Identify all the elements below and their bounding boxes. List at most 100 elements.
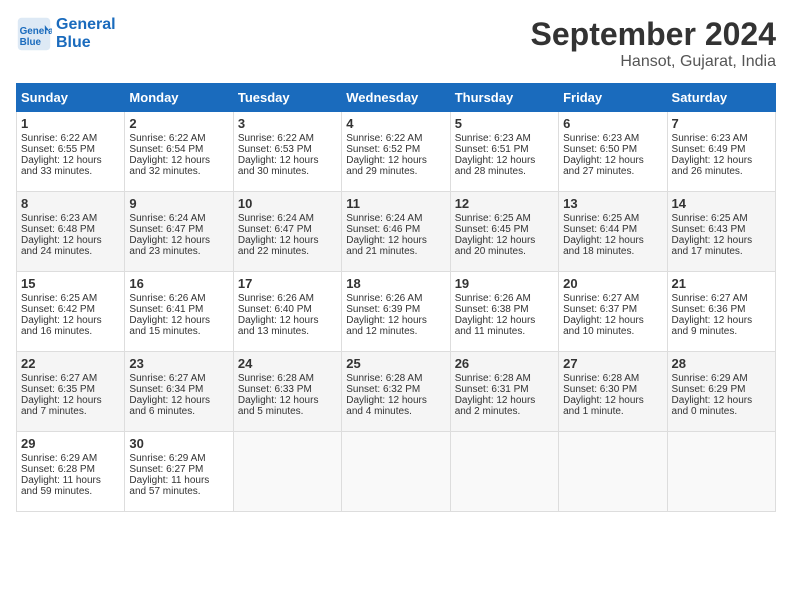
- day-info-line: Daylight: 11 hours: [129, 475, 228, 486]
- day-info-line: Sunrise: 6:28 AM: [563, 373, 662, 384]
- day-info-line: and 11 minutes.: [455, 326, 554, 337]
- day-info-line: and 57 minutes.: [129, 486, 228, 497]
- month-title: September 2024: [531, 16, 776, 53]
- day-of-week-header: Monday: [125, 84, 233, 112]
- logo-text-line2: Blue: [56, 34, 116, 52]
- day-info-line: Sunset: 6:55 PM: [21, 144, 120, 155]
- calendar-day-cell: 10Sunrise: 6:24 AMSunset: 6:47 PMDayligh…: [233, 192, 341, 272]
- day-info-line: and 28 minutes.: [455, 166, 554, 177]
- day-info-line: Daylight: 12 hours: [563, 155, 662, 166]
- day-info-line: Daylight: 12 hours: [563, 235, 662, 246]
- day-info-line: Sunrise: 6:28 AM: [238, 373, 337, 384]
- day-info-line: Sunrise: 6:26 AM: [238, 293, 337, 304]
- calendar-day-cell: 16Sunrise: 6:26 AMSunset: 6:41 PMDayligh…: [125, 272, 233, 352]
- day-info-line: Daylight: 12 hours: [455, 395, 554, 406]
- day-info-line: and 22 minutes.: [238, 246, 337, 257]
- day-info-line: Daylight: 12 hours: [21, 315, 120, 326]
- day-number: 21: [672, 276, 771, 291]
- calendar-day-cell: 24Sunrise: 6:28 AMSunset: 6:33 PMDayligh…: [233, 352, 341, 432]
- day-info-line: Sunrise: 6:27 AM: [563, 293, 662, 304]
- day-info-line: and 59 minutes.: [21, 486, 120, 497]
- day-number: 27: [563, 356, 662, 371]
- day-info-line: Sunset: 6:29 PM: [672, 384, 771, 395]
- day-info-line: and 6 minutes.: [129, 406, 228, 417]
- calendar-day-cell: 18Sunrise: 6:26 AMSunset: 6:39 PMDayligh…: [342, 272, 450, 352]
- calendar-day-cell: 13Sunrise: 6:25 AMSunset: 6:44 PMDayligh…: [559, 192, 667, 272]
- day-number: 7: [672, 116, 771, 131]
- calendar-day-cell: 12Sunrise: 6:25 AMSunset: 6:45 PMDayligh…: [450, 192, 558, 272]
- calendar-day-cell: 30Sunrise: 6:29 AMSunset: 6:27 PMDayligh…: [125, 432, 233, 512]
- calendar-day-cell: 23Sunrise: 6:27 AMSunset: 6:34 PMDayligh…: [125, 352, 233, 432]
- day-info-line: Sunset: 6:40 PM: [238, 304, 337, 315]
- day-info-line: Sunrise: 6:23 AM: [21, 213, 120, 224]
- day-info-line: and 5 minutes.: [238, 406, 337, 417]
- day-info-line: Sunset: 6:53 PM: [238, 144, 337, 155]
- calendar-day-cell: 4Sunrise: 6:22 AMSunset: 6:52 PMDaylight…: [342, 112, 450, 192]
- day-info-line: Daylight: 12 hours: [238, 235, 337, 246]
- day-info-line: Daylight: 12 hours: [129, 395, 228, 406]
- calendar-day-cell: [559, 432, 667, 512]
- day-info-line: Daylight: 12 hours: [129, 155, 228, 166]
- day-of-week-header: Tuesday: [233, 84, 341, 112]
- day-info-line: Sunrise: 6:26 AM: [129, 293, 228, 304]
- day-info-line: Sunrise: 6:29 AM: [21, 453, 120, 464]
- day-number: 12: [455, 196, 554, 211]
- logo-text-line1: General: [56, 16, 116, 34]
- day-info-line: Daylight: 12 hours: [21, 395, 120, 406]
- day-info-line: Sunset: 6:47 PM: [238, 224, 337, 235]
- day-info-line: Sunset: 6:50 PM: [563, 144, 662, 155]
- day-number: 23: [129, 356, 228, 371]
- day-info-line: and 26 minutes.: [672, 166, 771, 177]
- day-info-line: Sunrise: 6:29 AM: [672, 373, 771, 384]
- day-info-line: Sunset: 6:49 PM: [672, 144, 771, 155]
- calendar-day-cell: 11Sunrise: 6:24 AMSunset: 6:46 PMDayligh…: [342, 192, 450, 272]
- day-number: 2: [129, 116, 228, 131]
- day-info-line: Daylight: 12 hours: [129, 315, 228, 326]
- day-info-line: and 32 minutes.: [129, 166, 228, 177]
- day-info-line: and 27 minutes.: [563, 166, 662, 177]
- day-info-line: and 1 minute.: [563, 406, 662, 417]
- day-number: 3: [238, 116, 337, 131]
- calendar-week-row: 15Sunrise: 6:25 AMSunset: 6:42 PMDayligh…: [17, 272, 776, 352]
- calendar-day-cell: 9Sunrise: 6:24 AMSunset: 6:47 PMDaylight…: [125, 192, 233, 272]
- logo-icon: General Blue: [16, 16, 52, 52]
- day-of-week-header: Saturday: [667, 84, 775, 112]
- calendar-day-cell: 2Sunrise: 6:22 AMSunset: 6:54 PMDaylight…: [125, 112, 233, 192]
- day-info-line: Sunrise: 6:27 AM: [672, 293, 771, 304]
- day-info-line: Sunset: 6:41 PM: [129, 304, 228, 315]
- day-info-line: Daylight: 12 hours: [563, 315, 662, 326]
- calendar-week-row: 22Sunrise: 6:27 AMSunset: 6:35 PMDayligh…: [17, 352, 776, 432]
- day-number: 29: [21, 436, 120, 451]
- calendar-day-cell: 14Sunrise: 6:25 AMSunset: 6:43 PMDayligh…: [667, 192, 775, 272]
- day-number: 17: [238, 276, 337, 291]
- day-info-line: Sunrise: 6:28 AM: [346, 373, 445, 384]
- day-info-line: Sunset: 6:30 PM: [563, 384, 662, 395]
- day-info-line: and 9 minutes.: [672, 326, 771, 337]
- day-info-line: Sunset: 6:35 PM: [21, 384, 120, 395]
- calendar-header-row: SundayMondayTuesdayWednesdayThursdayFrid…: [17, 84, 776, 112]
- day-info-line: Sunset: 6:27 PM: [129, 464, 228, 475]
- day-info-line: and 17 minutes.: [672, 246, 771, 257]
- day-info-line: and 16 minutes.: [21, 326, 120, 337]
- day-info-line: Daylight: 12 hours: [455, 235, 554, 246]
- day-info-line: Sunrise: 6:23 AM: [563, 133, 662, 144]
- day-number: 11: [346, 196, 445, 211]
- day-number: 28: [672, 356, 771, 371]
- day-info-line: Sunset: 6:46 PM: [346, 224, 445, 235]
- day-info-line: Sunrise: 6:27 AM: [21, 373, 120, 384]
- day-number: 10: [238, 196, 337, 211]
- day-info-line: Daylight: 12 hours: [455, 315, 554, 326]
- day-info-line: and 15 minutes.: [129, 326, 228, 337]
- day-info-line: Sunrise: 6:26 AM: [346, 293, 445, 304]
- day-info-line: Sunrise: 6:23 AM: [672, 133, 771, 144]
- day-info-line: Sunrise: 6:22 AM: [238, 133, 337, 144]
- day-info-line: and 18 minutes.: [563, 246, 662, 257]
- calendar-week-row: 29Sunrise: 6:29 AMSunset: 6:28 PMDayligh…: [17, 432, 776, 512]
- day-number: 9: [129, 196, 228, 211]
- day-info-line: Sunset: 6:45 PM: [455, 224, 554, 235]
- day-info-line: and 0 minutes.: [672, 406, 771, 417]
- day-info-line: Sunset: 6:47 PM: [129, 224, 228, 235]
- calendar-week-row: 1Sunrise: 6:22 AMSunset: 6:55 PMDaylight…: [17, 112, 776, 192]
- day-info-line: Sunset: 6:44 PM: [563, 224, 662, 235]
- day-info-line: Daylight: 12 hours: [21, 155, 120, 166]
